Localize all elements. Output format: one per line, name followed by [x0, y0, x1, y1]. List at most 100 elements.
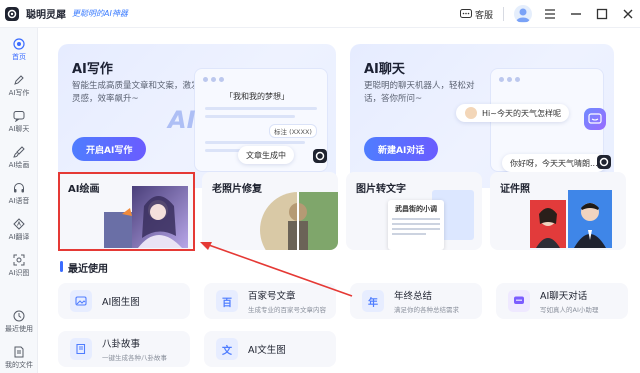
title-bar: 聪明灵犀 更聪明的AI神器 客服 [0, 0, 640, 28]
sidebar-item-label: 首页 [12, 53, 26, 61]
sidebar: 首页 AI写作 AI聊天 AI绘画 AI语音 AI翻译 AI识图 最近使用 我的… [0, 28, 38, 373]
maximize-icon [596, 8, 608, 20]
section-accent-bar [60, 261, 63, 272]
start-ai-writing-button[interactable]: 开启AI写作 [72, 137, 147, 161]
chat-question: Hi~今天的天气怎样呢 [482, 108, 561, 118]
headphones-icon [14, 183, 24, 193]
sidebar-item-ai-painting[interactable]: AI绘画 [0, 140, 38, 176]
tool-name: AI绘画 [68, 184, 100, 195]
sidebar-item-ai-recognize[interactable]: AI识图 [0, 248, 38, 284]
service-label: 客服 [474, 10, 493, 21]
tool-card-id-photo[interactable]: 证件照 [490, 172, 626, 250]
id-photo-thumbnail-image [530, 190, 612, 248]
chat-icon [13, 111, 25, 122]
recent-item-year-summary[interactable]: 年 年终总结 满足你的各种总结需求 [350, 283, 482, 319]
app-logo-icon [597, 155, 611, 169]
sidebar-item-label: AI写作 [8, 89, 30, 97]
divider [503, 7, 504, 21]
photo-restore-thumbnail-image [260, 192, 338, 250]
window-dots [203, 77, 224, 82]
recent-item-ai-image-to-image[interactable]: AI图生图 [58, 283, 190, 319]
pen-icon [14, 75, 24, 85]
card-title: AI写作 [72, 62, 113, 77]
sidebar-item-label: 我的文件 [5, 361, 33, 369]
recent-item-name: AI图生图 [102, 297, 140, 308]
sidebar-item-ai-writing[interactable]: AI写作 [0, 68, 38, 104]
app-logo-icon [313, 149, 327, 163]
recent-item-gossip-story[interactable]: 八卦故事 一键生成各种八卦故事 [58, 331, 190, 367]
minimize-icon [571, 13, 581, 15]
maximize-button[interactable] [594, 6, 610, 22]
new-ai-chat-button[interactable]: 新建AI对话 [364, 137, 439, 161]
section-title: 最近使用 [68, 264, 108, 275]
sidebar-item-label: 最近使用 [5, 325, 33, 333]
home-icon [13, 38, 25, 50]
sidebar-item-my-files[interactable]: 我的文件 [0, 340, 38, 373]
text-result-panel: 武昌街的小调 [388, 200, 444, 250]
sidebar-item-label: AI识图 [8, 269, 30, 277]
user-avatar[interactable] [514, 5, 532, 23]
app-logo-icon [5, 6, 19, 21]
tool-card-ai-painting[interactable]: AI绘画 [58, 172, 194, 250]
sidebar-item-ai-chat[interactable]: AI聊天 [0, 104, 38, 140]
scan-icon [13, 254, 25, 266]
sidebar-item-label: AI语音 [8, 197, 30, 205]
book-icon [70, 338, 92, 360]
text-line [205, 141, 305, 144]
close-button[interactable] [620, 6, 636, 22]
tool-name: 证件照 [500, 184, 530, 195]
generating-label: 文章生成中 [238, 146, 294, 164]
card-title: AI聊天 [364, 62, 405, 77]
tool-name: 图片转文字 [356, 184, 406, 195]
recent-item-desc: 生成专业的百家号文章内容 [248, 306, 326, 314]
close-icon [623, 9, 633, 19]
service-button[interactable]: 客服 [459, 8, 493, 21]
ai-writing-card[interactable]: AI写作 智能生成高质量文章和文案，激发灵感，效率飙升~ 开启AI写作 「我和我… [58, 44, 336, 188]
minimize-button[interactable] [568, 6, 584, 22]
sidebar-item-label: AI绘画 [8, 161, 30, 169]
tool-card-photo-restore[interactable]: 老照片修复 [202, 172, 338, 250]
generating-text: 文章生成中 [246, 150, 286, 160]
app-title: 聪明灵犀 [26, 10, 66, 21]
card-description: 智能生成高质量文章和文案，激发灵感，效率飙升~ [72, 81, 200, 104]
painting-thumbnail-image [104, 186, 188, 248]
sidebar-item-recent[interactable]: 最近使用 [0, 304, 38, 340]
ai-badge: AI [168, 106, 196, 134]
sidebar-item-ai-translate[interactable]: AI翻译 [0, 212, 38, 248]
recent-item-ai-chat[interactable]: AI聊天对话 写如真人的AI小助理 [496, 283, 628, 319]
chat-answer-bubble: 你好呀，今天天气晴朗... [502, 154, 606, 172]
message-icon [459, 8, 472, 18]
clock-icon [13, 310, 25, 322]
sidebar-item-home[interactable]: 首页 [0, 32, 38, 68]
ai-chat-card[interactable]: AI聊天 更聪明的聊天机器人，轻松对话，答你所问~ 新建AI对话 Hi~今天的天… [350, 44, 614, 188]
year-icon: 年 [362, 290, 384, 312]
tool-name: 老照片修复 [212, 184, 262, 195]
recent-item-desc: 一键生成各种八卦故事 [102, 354, 167, 362]
recent-item-name: 百家号文章 [248, 291, 296, 302]
chat-bubble-icon [508, 290, 530, 312]
recent-item-baijia-article[interactable]: 百 百家号文章 生成专业的百家号文章内容 [204, 283, 336, 319]
baijia-icon: 百 [216, 290, 238, 312]
recent-item-desc: 写如真人的AI小助理 [540, 306, 599, 314]
sidebar-item-ai-voice[interactable]: AI语音 [0, 176, 38, 212]
tool-card-image-to-text[interactable]: 图片转文字 武昌街的小调 [346, 172, 482, 250]
translate-icon [13, 218, 25, 230]
menu-button[interactable] [542, 6, 558, 22]
user-avatar-icon [464, 106, 478, 120]
text-line [205, 115, 295, 118]
recent-item-ai-text-to-image[interactable]: 文 AI文生图 [204, 331, 336, 367]
menu-icon [545, 9, 555, 19]
main-content: AI写作 智能生成高质量文章和文案，激发灵感，效率飙升~ 开启AI写作 「我和我… [38, 28, 640, 373]
user-icon [516, 8, 530, 22]
board-title: 「我和我的梦想」 [225, 92, 289, 101]
file-icon [14, 346, 24, 358]
recent-item-desc: 满足你的各种总结需求 [394, 306, 459, 314]
window-dots [499, 77, 520, 82]
image-icon [70, 290, 92, 312]
result-title: 武昌街的小调 [395, 205, 437, 213]
sidebar-item-label: AI翻译 [8, 233, 30, 241]
chat-answer: 你好呀，今天天气晴朗... [510, 158, 598, 168]
text-image-icon: 文 [216, 338, 238, 360]
recent-item-name: AI文生图 [248, 345, 286, 356]
chatbot-icon [584, 108, 606, 130]
